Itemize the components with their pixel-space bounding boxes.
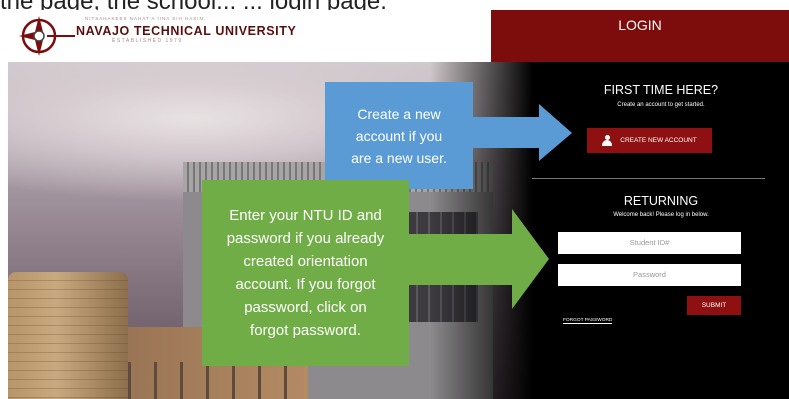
green-callout-line: password, click on [244, 299, 367, 316]
green-callout-line: created orientation [243, 253, 368, 270]
green-callout-line: account. If you forgot [235, 276, 376, 293]
green-callout-line: forgot password. [250, 322, 361, 339]
green-callout-line: password if you already [226, 230, 385, 247]
green-arrow-icon [409, 209, 549, 309]
blue-callout-line: are a new user. [351, 149, 447, 166]
green-callout-line: Enter your NTU ID and [229, 207, 382, 224]
new-user-callout: Create a new account if you are a new us… [325, 82, 473, 189]
blue-callout-line: account if you [355, 127, 443, 144]
returning-user-callout: Enter your NTU ID and password if you al… [202, 180, 409, 366]
blue-callout-line: Create a new [357, 105, 441, 122]
blue-arrow-icon [473, 104, 572, 161]
